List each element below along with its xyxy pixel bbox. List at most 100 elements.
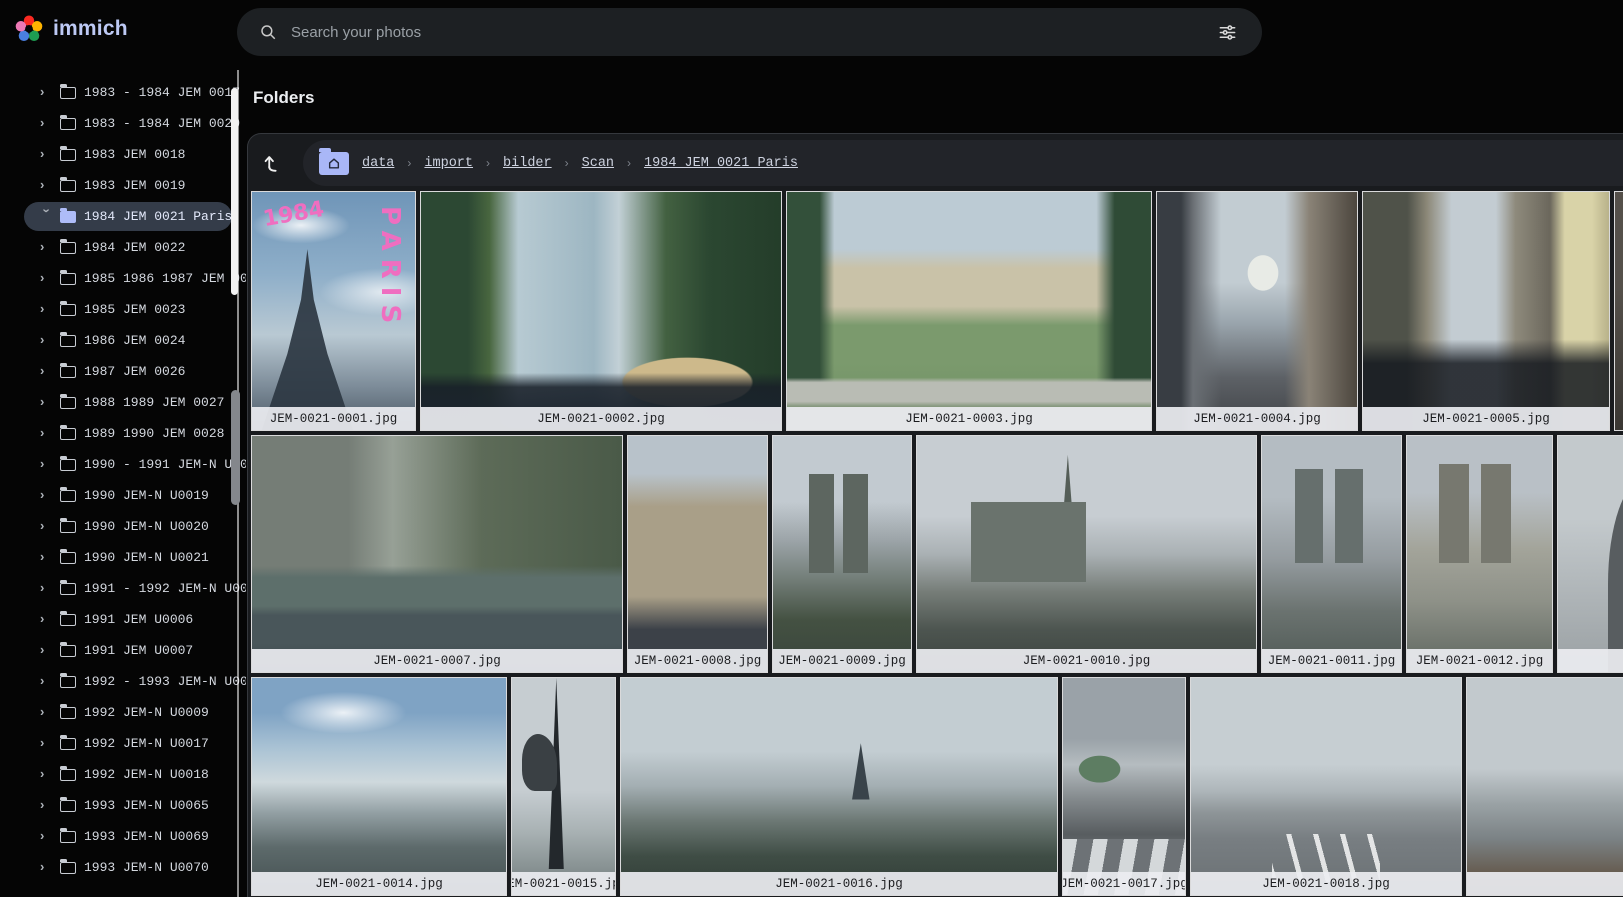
sidebar-folder-item-5[interactable]: › 1984 JEM 0022: [0, 232, 246, 263]
chevron-right-icon[interactable]: ›: [40, 549, 54, 564]
immich-logo[interactable]: immich: [14, 14, 128, 44]
photo-tile-JEM-0021-0015[interactable]: JEM-0021-0015.jpg: [511, 677, 616, 896]
folder-up-button[interactable]: [258, 149, 286, 177]
photo-tile-JEM-0021-0017[interactable]: JEM-0021-0017.jpg: [1062, 677, 1186, 896]
chevron-right-icon[interactable]: ›: [40, 425, 54, 440]
folder-icon: [60, 862, 76, 874]
sidebar-folder-item-13[interactable]: › 1990 JEM-N U0019: [0, 480, 246, 511]
photo-tile-JEM-0021-0016[interactable]: JEM-0021-0016.jpg: [620, 677, 1058, 896]
photo-tile-JEM-0021-0005[interactable]: JEM-0021-0005.jpg: [1362, 191, 1610, 431]
photo-tile-JEM-0021-0002[interactable]: JEM-0021-0002.jpg: [420, 191, 782, 431]
sidebar-folder-item-23[interactable]: › 1993 JEM-N U0065: [0, 790, 246, 821]
chevron-right-icon[interactable]: ›: [40, 766, 54, 781]
folder-label: 1985 JEM 0023: [84, 302, 185, 317]
sidebar-folder-item-18[interactable]: › 1991 JEM U0007: [0, 635, 246, 666]
sidebar-scrollbar-thumb[interactable]: [231, 88, 238, 295]
chevron-right-icon[interactable]: ›: [40, 84, 54, 99]
photo-tile[interactable]: [1614, 191, 1623, 431]
chevron-right-icon[interactable]: ›: [40, 332, 54, 347]
photo-tile-JEM-0021-0011[interactable]: JEM-0021-0011.jpg: [1261, 435, 1402, 673]
sidebar-folder-item-21[interactable]: › 1992 JEM-N U0017: [0, 728, 246, 759]
chevron-right-icon[interactable]: ›: [40, 239, 54, 254]
photo-tile-JEM-0021-0010[interactable]: JEM-0021-0010.jpg: [916, 435, 1257, 673]
home-folder-icon[interactable]: [319, 152, 349, 175]
sidebar-folder-item-25[interactable]: › 1993 JEM-N U0070: [0, 852, 246, 883]
photo-filename: [1467, 872, 1623, 895]
sidebar-folder-item-2[interactable]: › 1983 JEM 0018: [0, 139, 246, 170]
breadcrumb-link-1[interactable]: import: [424, 156, 473, 171]
search-filter-button[interactable]: [1214, 19, 1240, 45]
folder-label: 1983 JEM 0018: [84, 147, 185, 162]
sidebar-folder-item-8[interactable]: › 1986 JEM 0024: [0, 325, 246, 356]
sidebar-folder-item-19[interactable]: › 1992 - 1993 JEM-N U00: [0, 666, 246, 697]
chevron-right-icon[interactable]: ›: [40, 735, 54, 750]
photo-tile-JEM-0021-0009[interactable]: JEM-0021-0009.jpg: [772, 435, 912, 673]
sidebar-folder-item-22[interactable]: › 1992 JEM-N U0018: [0, 759, 246, 790]
chevron-right-icon[interactable]: ›: [40, 642, 54, 657]
photo-tile-JEM-0021-0004[interactable]: JEM-0021-0004.jpg: [1156, 191, 1358, 431]
folder-label: 1990 JEM-N U0019: [84, 488, 209, 503]
folder-icon: [60, 397, 76, 409]
photo-grid-row-1: JEM-0021-0007.jpg JEM-0021-0008.jpg JEM-…: [251, 435, 1623, 673]
chevron-right-icon[interactable]: ›: [40, 115, 54, 130]
breadcrumb-link-0[interactable]: data: [362, 156, 394, 171]
folder-label: 1993 JEM-N U0069: [84, 829, 209, 844]
folder-icon: [60, 831, 76, 843]
photo-tile-JEM-0021-0018[interactable]: JEM-0021-0018.jpg: [1190, 677, 1462, 896]
chevron-right-icon[interactable]: ›: [40, 394, 54, 409]
sidebar-folder-item-7[interactable]: › 1985 JEM 0023: [0, 294, 246, 325]
chevron-right-icon[interactable]: ›: [40, 146, 54, 161]
sidebar-folder-item-24[interactable]: › 1993 JEM-N U0069: [0, 821, 246, 852]
chevron-right-icon[interactable]: ›: [40, 487, 54, 502]
main-scrollbar-thumb[interactable]: [231, 390, 240, 505]
folder-icon: [60, 428, 76, 440]
sidebar-folder-item-12[interactable]: › 1990 - 1991 JEM-N U00: [0, 449, 246, 480]
sidebar-folder-item-3[interactable]: › 1983 JEM 0019: [0, 170, 246, 201]
chevron-right-icon[interactable]: ›: [40, 704, 54, 719]
chevron-right-icon[interactable]: ›: [40, 828, 54, 843]
photo-tile-JEM-0021-0012[interactable]: JEM-0021-0012.jpg: [1406, 435, 1553, 673]
chevron-right-icon[interactable]: ›: [40, 673, 54, 688]
breadcrumb-separator: ›: [565, 156, 569, 170]
photo-tile-JEM-0021-0001[interactable]: 1984PARIS JEM-0021-0001.jpg: [251, 191, 416, 431]
chevron-right-icon[interactable]: ›: [40, 270, 54, 285]
search-input[interactable]: [291, 24, 1214, 41]
sidebar-folder-item-15[interactable]: › 1990 JEM-N U0021: [0, 542, 246, 573]
sidebar-folder-item-17[interactable]: › 1991 JEM U0006: [0, 604, 246, 635]
breadcrumb-link-4[interactable]: 1984 JEM 0021 Paris: [644, 156, 798, 171]
sidebar-folder-item-4[interactable]: › 1984 JEM 0021 Paris: [0, 201, 246, 232]
photo-filename: [1558, 649, 1623, 672]
chevron-right-icon[interactable]: ›: [40, 363, 54, 378]
chevron-right-icon[interactable]: ›: [40, 456, 54, 471]
photo-tile[interactable]: [1466, 677, 1623, 896]
search-bar[interactable]: [237, 8, 1262, 56]
chevron-right-icon[interactable]: ›: [40, 177, 54, 192]
folder-label: 1990 JEM-N U0020: [84, 519, 209, 534]
sidebar-folder-item-16[interactable]: › 1991 - 1992 JEM-N U00: [0, 573, 246, 604]
breadcrumb-link-2[interactable]: bilder: [503, 156, 552, 171]
photo-tile-JEM-0021-0003[interactable]: JEM-0021-0003.jpg: [786, 191, 1152, 431]
folder-icon: [60, 583, 76, 595]
sidebar-folder-item-10[interactable]: › 1988 1989 JEM 0027: [0, 387, 246, 418]
sidebar-folder-item-14[interactable]: › 1990 JEM-N U0020: [0, 511, 246, 542]
sidebar-folder-item-0[interactable]: › 1983 - 1984 JEM 0017: [0, 77, 246, 108]
sidebar-folder-item-6[interactable]: › 1985 1986 1987 JEM 00: [0, 263, 246, 294]
breadcrumb: data›import›bilder›Scan›1984 JEM 0021 Pa…: [362, 156, 798, 171]
photo-tile-JEM-0021-0008[interactable]: JEM-0021-0008.jpg: [627, 435, 768, 673]
chevron-right-icon[interactable]: ›: [40, 301, 54, 316]
chevron-right-icon[interactable]: ›: [40, 580, 54, 595]
chevron-right-icon[interactable]: ›: [40, 859, 54, 874]
chevron-right-icon[interactable]: ›: [40, 518, 54, 533]
sidebar-folder-item-9[interactable]: › 1987 JEM 0026: [0, 356, 246, 387]
sidebar-folder-item-20[interactable]: › 1992 JEM-N U0009: [0, 697, 246, 728]
photo-tile-JEM-0021-0014[interactable]: JEM-0021-0014.jpg: [251, 677, 507, 896]
chevron-right-icon[interactable]: ›: [40, 611, 54, 626]
chevron-right-icon[interactable]: ›: [40, 797, 54, 812]
folder-label: 1992 JEM-N U0009: [84, 705, 209, 720]
breadcrumb-link-3[interactable]: Scan: [582, 156, 614, 171]
photo-tile[interactable]: [1557, 435, 1623, 673]
chevron-down-icon[interactable]: ›: [40, 209, 55, 223]
photo-tile-JEM-0021-0007[interactable]: JEM-0021-0007.jpg: [251, 435, 623, 673]
sidebar-folder-item-1[interactable]: › 1983 - 1984 JEM 0020: [0, 108, 246, 139]
sidebar-folder-item-11[interactable]: › 1989 1990 JEM 0028: [0, 418, 246, 449]
